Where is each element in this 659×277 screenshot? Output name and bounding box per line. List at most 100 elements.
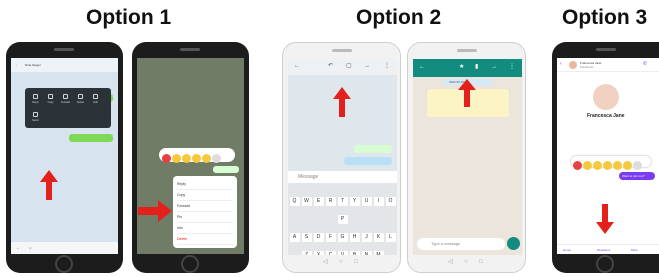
context-menu-icon xyxy=(33,112,38,117)
key[interactable]: A xyxy=(289,233,300,242)
call-icon[interactable]: ✆ xyxy=(643,62,647,67)
nav-home-icon[interactable]: ○ xyxy=(464,259,468,265)
context-menu-item[interactable]: Copy xyxy=(44,92,57,108)
key[interactable]: V xyxy=(337,251,348,255)
nav-recents-icon[interactable]: □ xyxy=(354,259,358,265)
copy-icon[interactable]: ▢ xyxy=(346,63,352,69)
wow-reaction-icon[interactable] xyxy=(182,154,191,163)
key[interactable]: G xyxy=(337,233,348,242)
key[interactable]: N xyxy=(361,251,372,255)
sent-bubble-text: Want to join me? xyxy=(622,174,645,178)
nav-home-icon[interactable]: ○ xyxy=(339,259,343,265)
phone-4: ← ★ ▮ → ⋮ MAR 05 2023 Type a message ◁ ○… xyxy=(407,42,526,273)
plus-reaction-icon[interactable] xyxy=(633,161,642,170)
back-arrow-icon[interactable]: ← xyxy=(294,63,300,69)
forward-icon[interactable]: → xyxy=(491,64,497,70)
key[interactable]: X xyxy=(313,251,324,255)
key[interactable]: I xyxy=(373,197,384,206)
delete-icon[interactable]: ▮ xyxy=(475,64,478,70)
nav-recents-icon[interactable]: □ xyxy=(479,259,483,265)
nav-back-icon[interactable]: ◁ xyxy=(323,259,328,265)
phone-3-toolbar: ← ↶ ▢ → ⋮ xyxy=(288,59,397,75)
message-menu-item[interactable]: Copy xyxy=(177,190,233,201)
context-menu-icon xyxy=(78,94,83,99)
context-menu-item[interactable]: Delete xyxy=(74,92,87,108)
reply-icon[interactable]: ↶ xyxy=(328,63,333,69)
bottom-tabs: Home Reactions More xyxy=(557,244,659,254)
key[interactable]: Z xyxy=(301,251,312,255)
key[interactable]: R xyxy=(325,197,336,206)
key[interactable]: Y xyxy=(349,197,360,206)
context-menu-item[interactable]: Forward xyxy=(59,92,72,108)
context-menu-label: Delete xyxy=(76,101,85,104)
message-menu-item[interactable]: Info xyxy=(177,223,233,234)
heart-reaction-icon[interactable] xyxy=(573,161,582,170)
red-arrow-up xyxy=(333,87,351,117)
sent-bubble[interactable] xyxy=(354,145,392,153)
pray-reaction-icon[interactable] xyxy=(202,154,211,163)
back-arrow-icon[interactable]: ← xyxy=(419,64,425,70)
key[interactable]: O xyxy=(385,197,396,206)
message-input[interactable]: Message xyxy=(288,171,397,183)
mic-button[interactable] xyxy=(507,237,520,250)
laugh-reaction-icon[interactable] xyxy=(583,161,592,170)
key[interactable]: T xyxy=(337,197,348,206)
key[interactable]: F xyxy=(325,233,336,242)
key[interactable]: D xyxy=(313,233,324,242)
key[interactable]: C xyxy=(325,251,336,255)
message-menu-item[interactable]: Pin xyxy=(177,212,233,223)
key[interactable]: J xyxy=(361,233,372,242)
key[interactable]: W xyxy=(301,197,312,206)
bottom-tab[interactable]: More xyxy=(631,248,638,252)
sent-bubble[interactable]: Want to join me? xyxy=(619,172,655,180)
like-reaction-icon[interactable] xyxy=(623,161,632,170)
key[interactable]: L xyxy=(385,233,396,242)
back-icon[interactable]: ‹ xyxy=(560,62,562,67)
sad-reaction-icon[interactable] xyxy=(603,161,612,170)
message-menu-item[interactable]: Delete xyxy=(177,234,233,245)
camera-icon[interactable]: ◎ xyxy=(29,246,32,250)
key[interactable]: E xyxy=(313,197,324,206)
sent-bubble-2[interactable] xyxy=(69,134,113,142)
contact-sub: Facebook xyxy=(580,65,594,69)
selected-message[interactable] xyxy=(213,166,239,173)
key[interactable]: H xyxy=(349,233,360,242)
sad-reaction-icon[interactable] xyxy=(192,154,201,163)
forward-icon[interactable]: → xyxy=(364,63,370,69)
message-menu-item[interactable]: Reply xyxy=(177,179,233,190)
laugh-reaction-icon[interactable] xyxy=(172,154,181,163)
context-menu-label: Forward xyxy=(60,101,71,104)
nav-back-icon[interactable]: ◁ xyxy=(448,259,453,265)
context-menu-item[interactable]: Reply xyxy=(29,92,42,108)
nav-bar: ◁ ○ □ xyxy=(448,259,486,266)
key[interactable]: M xyxy=(373,251,384,255)
context-menu-item[interactable]: Edit xyxy=(89,92,102,108)
key[interactable]: S xyxy=(301,233,312,242)
context-menu-icon xyxy=(48,94,53,99)
plus-icon[interactable]: + xyxy=(17,246,19,250)
heading-option-3: Option 3 xyxy=(562,6,648,29)
key[interactable]: U xyxy=(361,197,372,206)
key[interactable]: P xyxy=(337,215,348,224)
key[interactable]: K xyxy=(373,233,384,242)
angry-reaction-icon[interactable] xyxy=(613,161,622,170)
message-input[interactable]: Type a message xyxy=(417,238,505,250)
bottom-tab[interactable]: Home xyxy=(563,248,571,252)
key[interactable]: B xyxy=(349,251,360,255)
more-icon[interactable]: ⋮ xyxy=(509,64,515,70)
selected-bubble[interactable] xyxy=(344,157,392,165)
phone-5: ‹ Francesca Jane Facebook ✆ Francesca Ja… xyxy=(552,42,659,273)
heart-reaction-icon[interactable] xyxy=(162,154,171,163)
plus-reaction-icon[interactable] xyxy=(212,154,221,163)
phone-3: ← ↶ ▢ → ⋮ Message Q W E R T Y U I O P A S D F G H J K L Z X C… xyxy=(282,42,401,273)
bottom-tab[interactable]: Reactions xyxy=(597,248,610,252)
back-icon[interactable]: ‹ xyxy=(16,63,17,67)
context-menu-item[interactable]: Select xyxy=(29,110,42,126)
wow-reaction-icon[interactable] xyxy=(593,161,602,170)
message-menu-item[interactable]: Forward xyxy=(177,201,233,212)
input-placeholder: Type a message xyxy=(431,241,461,246)
star-icon[interactable]: ★ xyxy=(459,64,464,70)
key[interactable]: Q xyxy=(289,197,300,206)
more-icon[interactable]: ⋮ xyxy=(384,63,390,69)
messenger-header: ‹ Francesca Jane Facebook ✆ xyxy=(557,58,659,72)
